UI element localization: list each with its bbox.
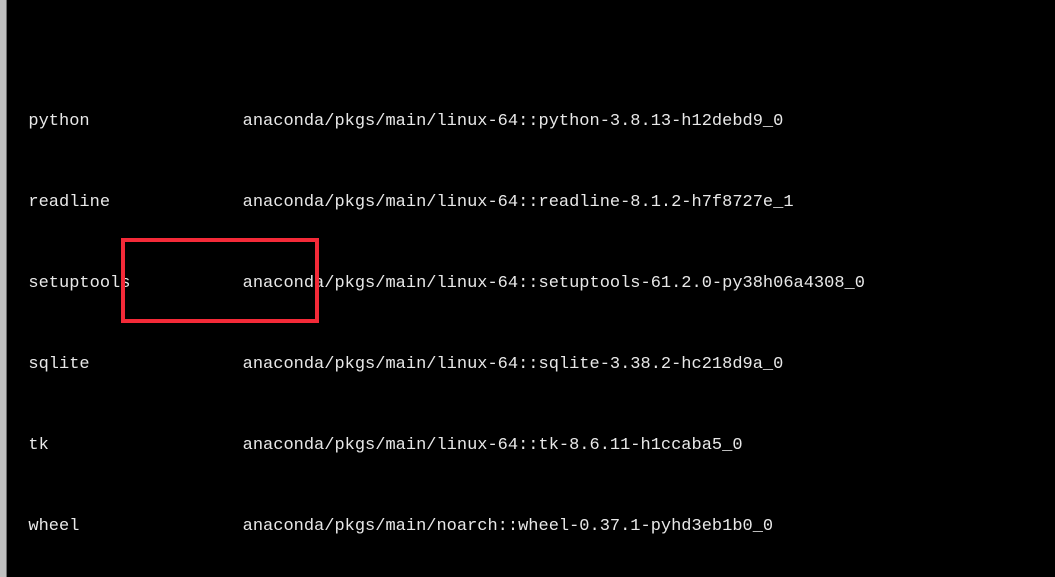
package-plan-line: sqlite anaconda/pkgs/main/linux-64::sqli… (8, 355, 784, 374)
package-plan-row: python anaconda/pkgs/main/linux-64::pyth… (8, 108, 1055, 135)
package-plan-line: wheel anaconda/pkgs/main/noarch::wheel-0… (8, 517, 774, 536)
terminal-output: python anaconda/pkgs/main/linux-64::pyth… (8, 0, 1055, 577)
window-left-gutter (0, 0, 7, 577)
package-plan-line: readline anaconda/pkgs/main/linux-64::re… (8, 193, 794, 212)
package-plan-line: python anaconda/pkgs/main/linux-64::pyth… (8, 112, 784, 131)
package-plan-row: tk anaconda/pkgs/main/linux-64::tk-8.6.1… (8, 432, 1055, 459)
terminal-window: python anaconda/pkgs/main/linux-64::pyth… (0, 0, 1055, 577)
package-plan-row: sqlite anaconda/pkgs/main/linux-64::sqli… (8, 351, 1055, 378)
package-plan-row: readline anaconda/pkgs/main/linux-64::re… (8, 189, 1055, 216)
package-plan-row: wheel anaconda/pkgs/main/noarch::wheel-0… (8, 513, 1055, 540)
package-plan-line: setuptools anaconda/pkgs/main/linux-64::… (8, 274, 865, 293)
package-plan-line: tk anaconda/pkgs/main/linux-64::tk-8.6.1… (8, 436, 743, 455)
package-plan-row: setuptools anaconda/pkgs/main/linux-64::… (8, 270, 1055, 297)
